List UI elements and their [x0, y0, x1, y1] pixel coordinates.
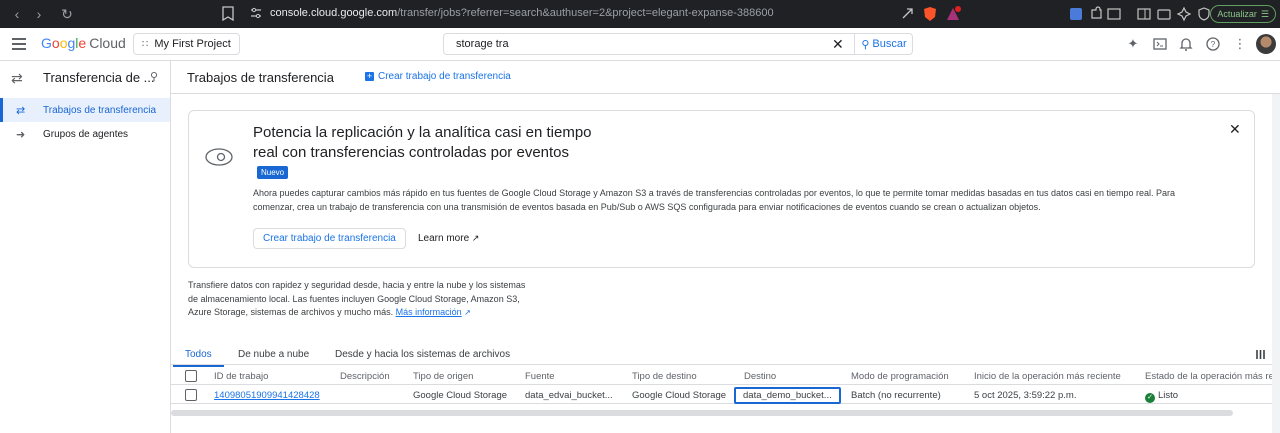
row-checkbox[interactable] [185, 389, 197, 401]
brave-shield-icon[interactable] [922, 6, 938, 22]
translate-icon[interactable] [1068, 6, 1084, 22]
bookmark-icon[interactable] [222, 6, 234, 21]
sidebar-item-label: Trabajos de transferencia [43, 104, 157, 116]
job-source-type: Google Cloud Storage [413, 390, 508, 401]
job-dest-type: Google Cloud Storage [632, 390, 727, 401]
main-menu-icon[interactable] [12, 38, 26, 50]
cloud-shell-icon[interactable] [1152, 36, 1168, 52]
agent-icon: ➜ [16, 128, 26, 141]
leo-icon[interactable] [1176, 6, 1192, 22]
close-banner-icon[interactable]: ✕ [1229, 121, 1241, 138]
job-status: ✓ Listo [1145, 390, 1178, 403]
job-schedule: Batch (no recurrente) [851, 390, 941, 401]
help-icon[interactable]: ? [1205, 36, 1221, 52]
job-id-link[interactable]: 14098051909941428428 [214, 390, 320, 401]
product-title: Transferencia de ... [43, 70, 155, 85]
col-dest[interactable]: Destino [744, 371, 776, 382]
google-cloud-logo[interactable]: Google Cloud [41, 35, 126, 51]
column-display-icon[interactable] [1256, 350, 1265, 359]
banner-create-button[interactable]: Crear trabajo de transferencia [253, 228, 406, 249]
job-start: 5 oct 2025, 3:59:22 p.m. [974, 390, 1077, 401]
intro-text: Transfiere datos con rapidez y seguridad… [188, 280, 526, 317]
reload-icon[interactable]: ↻ [58, 5, 76, 23]
url-text: console.cloud.google.com/transfer/jobs?r… [270, 7, 774, 19]
job-source: data_edvai_bucket... [525, 390, 613, 401]
page-header: Trabajos de transferencia + Crear trabaj… [171, 61, 1280, 94]
tab-file-systems[interactable]: Desde y hacia los sistemas de archivos [335, 349, 510, 360]
share-icon[interactable] [900, 6, 916, 22]
search-input[interactable]: storage tra [456, 38, 509, 50]
extensions-icon[interactable] [1088, 6, 1104, 22]
logo-google: Google [41, 35, 87, 51]
sidebar-item-agent-pools[interactable]: ➜ Grupos de agentes [0, 122, 170, 146]
tab-all[interactable]: Todos [173, 349, 224, 367]
menu-icon: ☰ [1260, 8, 1269, 19]
promo-banner: Potencia la replicación y la analítica c… [188, 110, 1255, 268]
banner-title: Potencia la replicación y la analítica c… [253, 124, 592, 161]
main-content: Trabajos de transferencia + Crear trabaj… [171, 61, 1280, 433]
col-status[interactable]: Estado de la operación más re [1145, 371, 1274, 382]
col-job-id[interactable]: ID de trabajo [214, 371, 268, 382]
clear-search-icon[interactable]: ✕ [832, 36, 844, 53]
search-icon: ⚲ [861, 38, 870, 51]
select-all-checkbox[interactable] [185, 370, 197, 382]
screenshot-icon[interactable] [1106, 6, 1122, 22]
forward-icon[interactable]: › [30, 5, 48, 23]
tab-cloud-to-cloud[interactable]: De nube a nube [238, 349, 309, 360]
swap-icon: ⇄ [16, 104, 26, 117]
more-options-icon[interactable]: ⋮ [1232, 36, 1248, 52]
project-picker[interactable]: ∷ My First Project [133, 33, 240, 55]
project-icon: ∷ [142, 38, 149, 50]
col-source-type[interactable]: Tipo de origen [413, 371, 473, 382]
external-link-icon: ↗ [464, 308, 471, 317]
table-header: ID de trabajo Descripción Tipo de origen… [171, 367, 1274, 385]
svg-text:?: ? [1211, 40, 1216, 49]
col-source[interactable]: Fuente [525, 371, 555, 382]
sidebar-item-transfer-jobs[interactable]: ⇄ Trabajos de transferencia [0, 98, 170, 122]
left-nav: ⇄ Transferencia de ... ⚲ ⇄ Trabajos de t… [0, 61, 171, 433]
add-icon: + [365, 71, 374, 81]
table-row: 14098051909941428428 Google Cloud Storag… [171, 386, 1274, 404]
site-settings-icon[interactable] [250, 7, 262, 19]
job-tabs: Todos De nube a nube Desde y hacia los s… [171, 343, 1280, 367]
browser-toolbar: ‹ › ↻ console.cloud.google.com/transfer/… [0, 0, 1280, 28]
update-button[interactable]: Actualizar ☰ [1210, 5, 1276, 23]
vertical-scrollbar[interactable] [1272, 94, 1280, 433]
col-schedule[interactable]: Modo de programación [851, 371, 949, 382]
event-stream-icon [205, 148, 233, 166]
learn-more-link[interactable]: Learn more ↗ [418, 233, 479, 244]
sidebar-icon[interactable] [1136, 6, 1152, 22]
page-title: Trabajos de transferencia [187, 70, 334, 85]
col-dest-type[interactable]: Tipo de destino [632, 371, 697, 382]
search-button[interactable]: ⚲ Buscar [854, 33, 913, 55]
avatar[interactable] [1256, 34, 1276, 54]
cloud-header: Google Cloud ∷ My First Project storage t… [0, 28, 1280, 61]
external-link-icon: ↗ [471, 233, 480, 243]
pin-icon[interactable]: ⚲ [150, 70, 158, 83]
address-bar[interactable]: console.cloud.google.com/transfer/jobs?r… [222, 4, 974, 24]
transfer-icon: ⇄ [11, 70, 23, 86]
wallet-icon[interactable] [1156, 6, 1172, 22]
create-transfer-job-link[interactable]: + Crear trabajo de transferencia [365, 71, 511, 82]
gemini-icon[interactable]: ✦ [1125, 36, 1141, 52]
horizontal-scrollbar[interactable] [171, 410, 1233, 416]
col-start[interactable]: Inicio de la operación más reciente [974, 371, 1121, 382]
back-icon[interactable]: ‹ [8, 5, 26, 23]
project-name: My First Project [154, 38, 231, 50]
check-circle-icon: ✓ [1145, 393, 1155, 403]
col-description[interactable]: Descripción [340, 371, 390, 382]
banner-description: Ahora puedes capturar cambios más rápido… [253, 188, 1176, 212]
rewards-icon[interactable] [945, 6, 961, 22]
new-badge: Nuevo [257, 166, 289, 179]
sidebar-item-label: Grupos de agentes [43, 128, 129, 140]
job-dest[interactable]: data_demo_bucket... [734, 387, 841, 404]
more-info-link[interactable]: Más información [396, 307, 462, 317]
notifications-icon[interactable] [1178, 36, 1194, 52]
search-bar[interactable]: storage tra ✕ ⚲ Buscar [443, 33, 913, 55]
